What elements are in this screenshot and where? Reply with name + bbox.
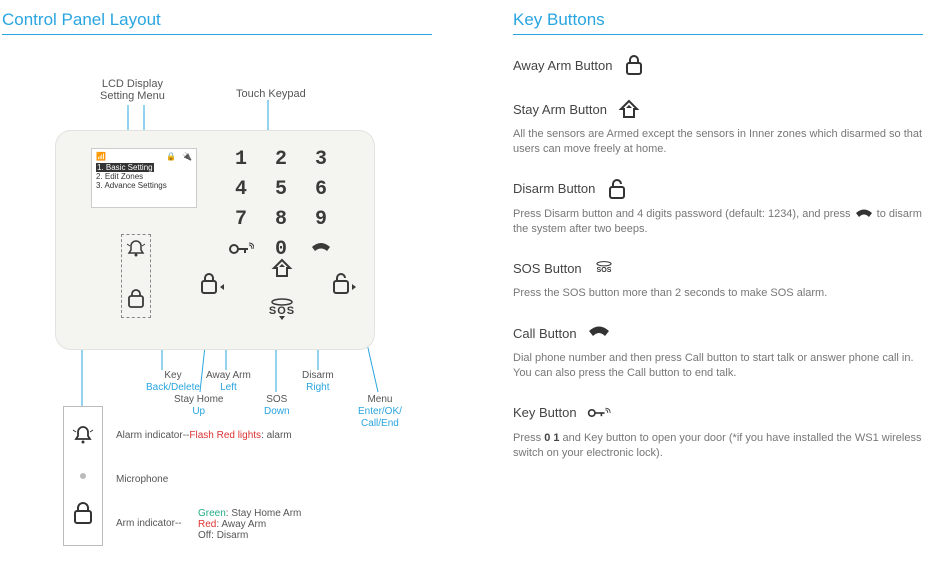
key-icon	[587, 401, 611, 425]
callout-lcd-line1: LCD Display	[100, 78, 165, 90]
key-4: 4	[221, 178, 261, 201]
alarm-bell-icon	[125, 238, 147, 263]
signal-icon: 📶	[96, 152, 106, 161]
callout-lcd: LCD Display Setting Menu	[100, 78, 165, 102]
key-2: 2	[261, 148, 301, 171]
lcd-menu-3: 3. Advance Settings	[96, 181, 192, 190]
kb-key: Key Button Press 0 1 and Key button to o…	[513, 401, 930, 461]
callout-disarm: Disarm Right	[302, 370, 334, 394]
left-section-title: Control Panel Layout	[2, 10, 432, 35]
kb-stay-arm-desc: All the sensors are Armed except the sen…	[513, 127, 923, 157]
lcd-screen: 📶 🔒 🔌 1. Basic Setting 2. Edit Zones 3. …	[91, 148, 197, 208]
kb-call: Call Button Dial phone number and then p…	[513, 321, 930, 381]
nav-row	[199, 270, 359, 296]
legend-mic-icon	[80, 473, 86, 479]
arm-lock-small-icon	[127, 288, 145, 311]
lcd-menu-1: 1. Basic Setting	[96, 163, 192, 172]
kb-away-arm-label: Away Arm Button	[513, 58, 612, 73]
kb-stay-arm-label: Stay Arm Button	[513, 102, 607, 117]
kb-disarm-desc: Press Disarm button and 4 digits passwor…	[513, 207, 923, 237]
key-7: 7	[221, 208, 261, 231]
callout-lcd-line2: Setting Menu	[100, 90, 165, 102]
legend-lock-icon	[72, 501, 94, 528]
legend-alarm: Alarm indicator--Flash Red lights: alarm	[116, 430, 292, 441]
kb-key-label: Key Button	[513, 405, 577, 420]
callout-key: Key Back/Delete	[146, 370, 200, 394]
kb-key-desc: Press 0 1 and Key button to open your do…	[513, 431, 923, 461]
callout-sos: SOS Down	[264, 394, 290, 418]
key-8: 8	[261, 208, 301, 231]
key-9: 9	[301, 208, 341, 231]
touch-keypad: 1 2 3 4 5 6 7 8 9 0	[221, 144, 341, 264]
kb-stay-arm: Stay Arm Button All the sensors are Arme…	[513, 97, 930, 157]
legend-box	[63, 406, 103, 546]
kb-disarm-label: Disarm Button	[513, 181, 595, 196]
kb-disarm: Disarm Button Press Disarm button and 4 …	[513, 177, 930, 237]
phone-icon	[587, 321, 611, 345]
key-1: 1	[221, 148, 261, 171]
lcd-menu-2: 2. Edit Zones	[96, 172, 192, 181]
home-up-icon	[617, 97, 641, 121]
key-3: 3	[301, 148, 341, 171]
sos-icon: SOS	[592, 256, 616, 280]
key-key-icon	[228, 241, 254, 257]
kb-away-arm: Away Arm Button	[513, 53, 930, 77]
nav-left-lock-icon	[199, 270, 227, 296]
kb-sos-desc: Press the SOS button more than 2 seconds…	[513, 286, 923, 301]
phone-inline-icon	[854, 208, 874, 220]
kb-call-desc: Dial phone number and then press Call bu…	[513, 351, 923, 381]
legend-mic: Microphone	[116, 474, 168, 485]
right-section-title: Key Buttons	[513, 10, 923, 35]
svg-text:SOS: SOS	[596, 268, 611, 275]
svg-text:SOS: SOS	[269, 305, 295, 317]
legend-arm: Arm indicator--	[116, 518, 182, 529]
legend-arm-states: Green: Stay Home Arm Red: Away Arm Off: …	[198, 508, 301, 541]
kb-call-label: Call Button	[513, 326, 577, 341]
sos-label: SOS	[265, 298, 299, 323]
lock-open-icon	[605, 177, 629, 201]
control-panel-diagram: LCD Display Setting Menu Touch Keypad	[0, 50, 500, 570]
nav-right-unlock-icon	[331, 270, 359, 296]
callout-stay: Stay Home Up	[174, 394, 223, 418]
callout-away: Away Arm Left	[206, 370, 251, 394]
kb-sos: SOS Button SOS Press the SOS button more…	[513, 256, 930, 301]
plug-icon: 🔌	[182, 152, 192, 161]
callout-keypad: Touch Keypad	[236, 88, 306, 100]
key-6: 6	[301, 178, 341, 201]
lock-icon: 🔒	[166, 152, 176, 161]
key-5: 5	[261, 178, 301, 201]
lock-closed-icon	[622, 53, 646, 77]
legend-bell-icon	[71, 424, 95, 451]
kb-sos-label: SOS Button	[513, 261, 582, 276]
panel-body: 📶 🔒 🔌 1. Basic Setting 2. Edit Zones 3. …	[55, 130, 375, 350]
callout-menu: Menu Enter/OK/ Call/End	[358, 394, 402, 430]
lcd-status-icons: 📶 🔒 🔌	[96, 152, 192, 161]
key-phone-icon	[310, 241, 332, 257]
